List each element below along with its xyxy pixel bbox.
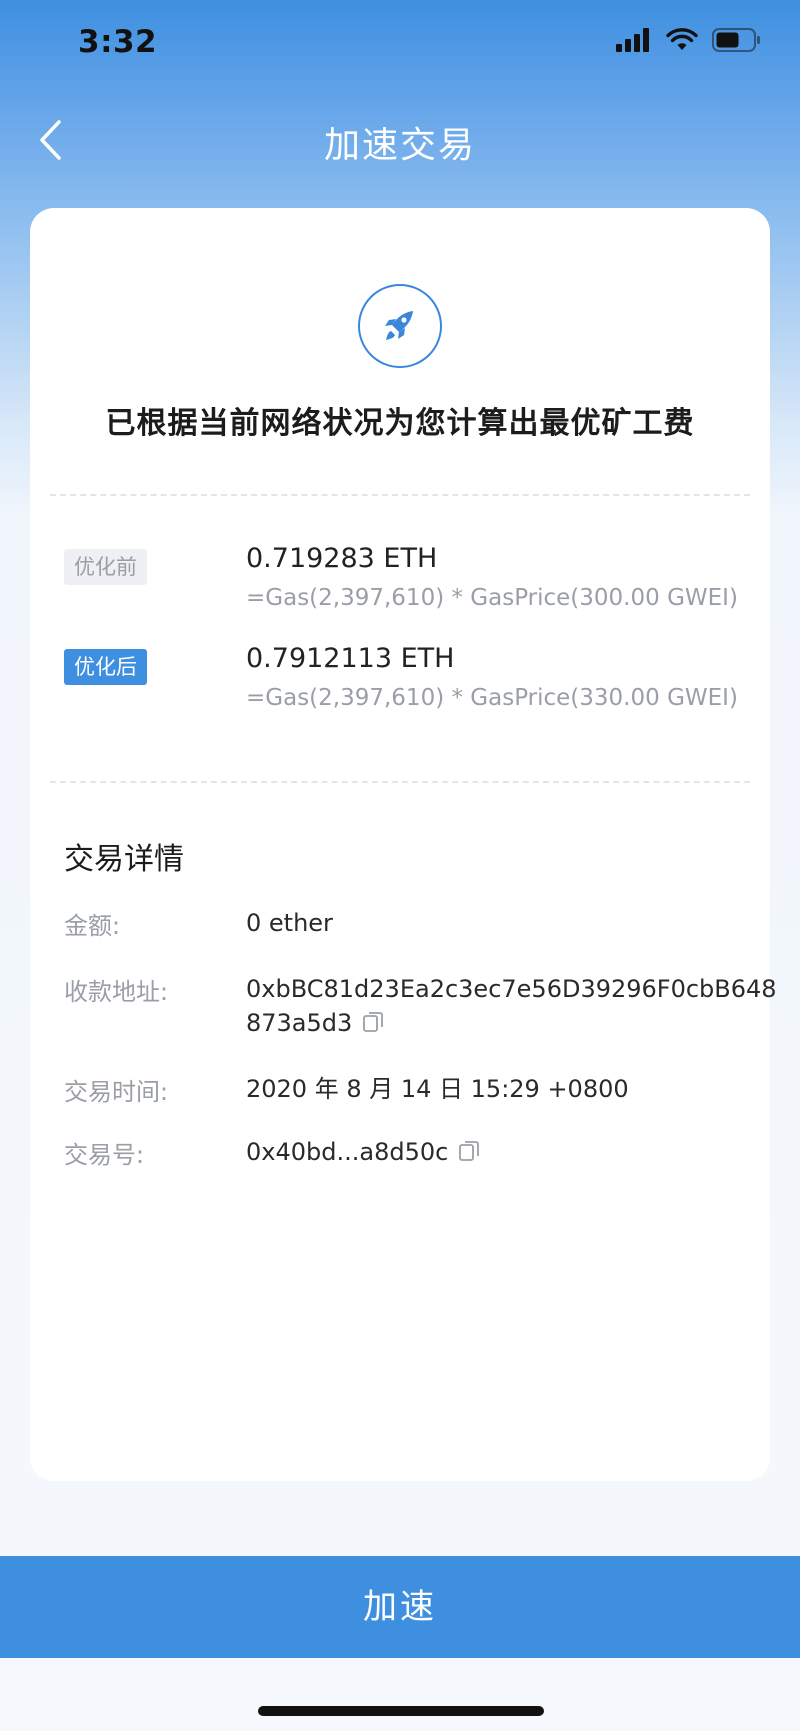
rocket-badge (358, 284, 442, 368)
fee-formula-before: =Gas(2,397,610) * GasPrice(300.00 GWEI) (246, 585, 738, 611)
tag-before: 优化前 (64, 549, 147, 585)
recipient-address: 0xbBC81d23Ea2c3ec7e56D39296F0cbB648873a5… (246, 975, 777, 1037)
fee-formula-after: =Gas(2,397,610) * GasPrice(330.00 GWEI) (246, 685, 738, 711)
nav-bar: 加速交易 (0, 100, 800, 180)
amount-label: 金额: (64, 912, 121, 940)
status-icons (616, 28, 762, 52)
tx-label: 交易号: (64, 1141, 145, 1169)
fee-amount-after: 0.7912113 ETH (246, 643, 455, 674)
time-value: 2020 年 8 月 14 日 15:29 +0800 (246, 1072, 786, 1106)
signal-icon (616, 28, 649, 52)
rocket-icon (385, 311, 413, 340)
home-indicator (258, 1706, 544, 1716)
divider (50, 781, 750, 783)
speedup-card: 已根据当前网络状况为您计算出最优矿工费 优化前 0.719283 ETH =Ga… (30, 208, 777, 1481)
recipient-label: 收款地址: (64, 978, 169, 1006)
status-bar: 3:32 (0, 0, 800, 88)
fee-amount-before: 0.719283 ETH (246, 543, 438, 574)
tag-after: 优化后 (64, 649, 147, 685)
tx-hash: 0x40bd...a8d50c (246, 1138, 449, 1166)
amount-value-text: 0 ether (246, 909, 333, 937)
copy-icon[interactable] (362, 1011, 384, 1033)
battery-icon (712, 28, 760, 52)
time-value-text: 2020 年 8 月 14 日 15:29 +0800 (246, 1075, 629, 1103)
time-label: 交易时间: (64, 1078, 169, 1106)
recipient-value: 0xbBC81d23Ea2c3ec7e56D39296F0cbB648873a5… (246, 972, 786, 1040)
copy-icon[interactable] (458, 1140, 480, 1162)
page-title: 加速交易 (323, 125, 476, 166)
divider (50, 494, 750, 496)
details-title: 交易详情 (64, 842, 184, 877)
amount-value: 0 ether (246, 906, 786, 940)
tx-value: 0x40bd...a8d50c (246, 1135, 786, 1169)
speedup-button[interactable]: 加速 (0, 1556, 800, 1658)
wifi-icon (666, 28, 698, 50)
status-time: 3:32 (78, 24, 158, 60)
headline: 已根据当前网络状况为您计算出最优矿工费 (105, 406, 695, 441)
